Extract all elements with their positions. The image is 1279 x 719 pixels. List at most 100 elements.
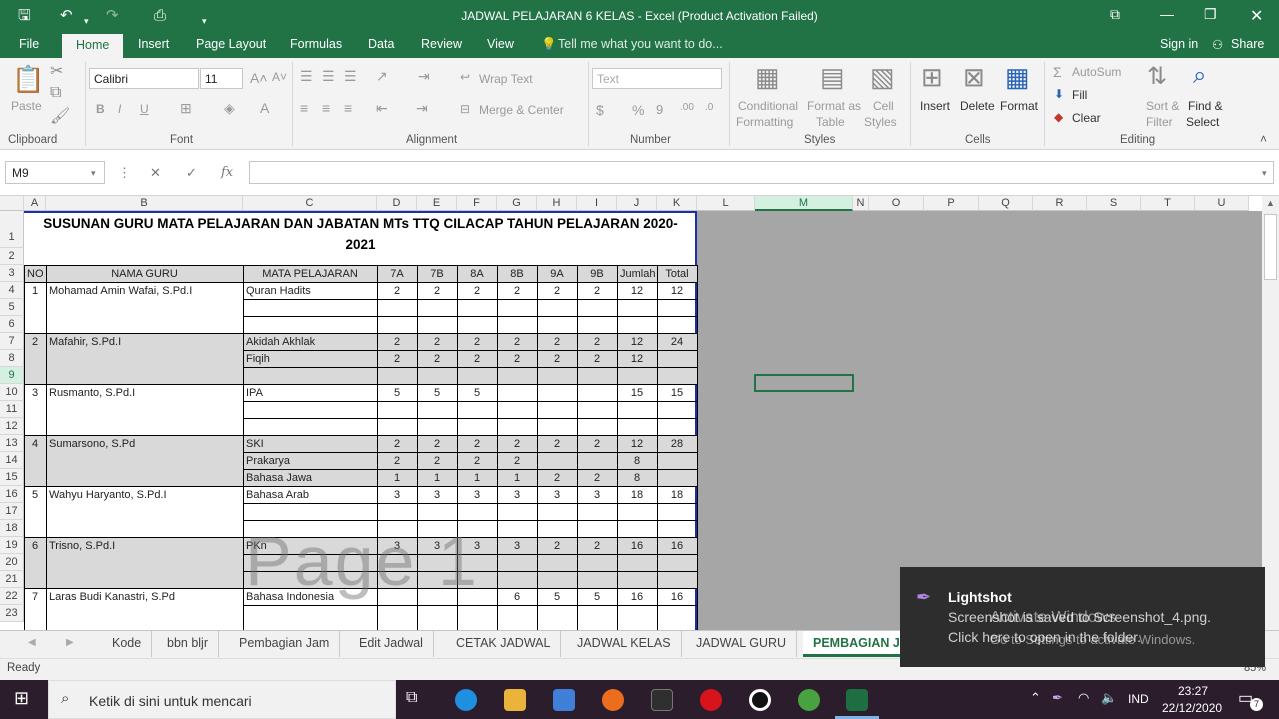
comma-style-icon[interactable]: 9 [656,102,663,117]
align-left-icon[interactable]: ≡ [300,100,308,116]
cut-icon[interactable]: ✂ [50,61,63,81]
no-cell[interactable]: 6 [24,538,46,554]
share-button[interactable]: Share [1231,37,1264,51]
decrease-decimal-icon[interactable]: .0 [705,102,713,113]
tab-page-layout[interactable]: Page Layout [196,37,266,51]
hours-cell[interactable]: 2 [577,470,617,486]
hours-cell[interactable]: 2 [577,334,617,350]
hours-cell[interactable]: 1 [417,470,457,486]
paste-icon[interactable]: 📋 [12,64,44,95]
hours-cell[interactable]: 2 [457,283,497,299]
column-header[interactable]: J [617,196,657,211]
align-right-icon[interactable]: ≡ [344,100,352,116]
table-header-cell[interactable]: Total [657,266,697,282]
hours-cell[interactable]: 5 [577,589,617,605]
hours-cell[interactable]: 2 [537,436,577,452]
no-cell[interactable]: 3 [24,385,46,401]
paste-button[interactable]: Paste [11,99,42,113]
row-header[interactable]: 18 [0,520,24,537]
format-as-table-icon[interactable]: ▤ [820,62,845,93]
tab-insert[interactable]: Insert [138,37,169,51]
firefox-icon[interactable] [602,689,624,711]
subject-cell[interactable]: Bahasa Arab [243,487,377,503]
insert-button[interactable]: Insert [920,99,950,113]
taskbar-search[interactable]: ⌕ Ketik di sini untuk mencari [48,680,396,719]
italic-icon[interactable]: I [118,102,121,116]
column-header[interactable]: F [457,196,497,211]
format-cells-icon[interactable]: ▦ [1005,62,1030,93]
increase-indent-icon[interactable]: ⇥ [416,100,428,117]
task-view-icon[interactable]: ⧉ [406,689,417,707]
tab-home[interactable]: Home [62,34,124,58]
clock-time[interactable]: 23:27 [1178,684,1208,698]
hours-cell[interactable]: 2 [457,334,497,350]
autosum-button[interactable]: AutoSum [1072,65,1121,79]
vertical-scrollbar[interactable]: ▲ [1262,196,1279,630]
sheet-tab[interactable]: Pembagian Jam [229,631,341,657]
hours-cell[interactable]: 2 [577,538,617,554]
hours-cell[interactable]: 2 [497,436,537,452]
hours-cell[interactable]: 2 [417,283,457,299]
column-header[interactable]: P [924,196,979,211]
tell-me-box[interactable]: Tell me what you want to do... [558,37,723,51]
prev-sheet-icon[interactable]: ◀ [28,637,36,648]
formula-input[interactable] [249,161,1274,184]
hours-cell[interactable]: 1 [377,470,417,486]
grow-font-icon[interactable]: A˄ [250,70,268,86]
cell-styles-icon[interactable]: ▧ [870,62,895,93]
sign-in-link[interactable]: Sign in [1160,37,1198,51]
tray-expand-icon[interactable]: ⌃ [1030,690,1041,706]
format-painter-icon[interactable]: 🖌 [50,106,70,126]
table-header-cell[interactable]: 7B [417,266,457,282]
ribbon-display-icon[interactable]: ⧉ [1110,6,1120,23]
row-header[interactable]: 21 [0,571,24,588]
sheet-tab[interactable]: PEMBAGIAN J [803,631,911,657]
row-header[interactable]: 10 [0,384,24,401]
column-header[interactable]: T [1141,196,1195,211]
subject-cell[interactable]: SKI [243,436,377,452]
subject-cell[interactable]: Prakarya [243,453,377,469]
row-header[interactable]: 5 [0,299,24,316]
no-cell[interactable]: 5 [24,487,46,503]
teacher-name-cell[interactable]: Mohamad Amin Wafai, S.Pd.I [46,283,243,299]
windows-start-icon[interactable]: ⊞ [14,688,29,709]
align-bottom-icon[interactable]: ☰ [344,68,357,85]
merge-icon[interactable]: ⊟ [460,102,470,116]
jumlah-cell[interactable]: 8 [617,470,657,486]
subject-cell[interactable]: Akidah Akhlak [243,334,377,350]
minimize-icon[interactable]: — [1160,6,1174,22]
column-header[interactable]: N [853,196,869,211]
subject-cell[interactable]: Bahasa Jawa [243,470,377,486]
scroll-thumb[interactable] [1264,214,1277,280]
table-header-cell[interactable]: NAMA GURU [46,266,243,282]
row-header[interactable]: 20 [0,554,24,571]
row-header[interactable]: 7 [0,333,24,350]
clock-date[interactable]: 22/12/2020 [1162,701,1222,715]
row-header[interactable]: 6 [0,316,24,333]
opera-icon[interactable] [700,689,722,711]
hours-cell[interactable]: 6 [497,589,537,605]
column-header[interactable]: U [1195,196,1249,211]
hours-cell[interactable]: 5 [377,385,417,401]
hours-cell[interactable]: 2 [377,334,417,350]
row-header[interactable]: 23 [0,605,24,622]
jumlah-cell[interactable]: 12 [617,436,657,452]
enter-icon[interactable]: ✓ [186,165,197,181]
sort-filter-icon[interactable]: ⇅ [1147,62,1167,91]
hours-cell[interactable]: 5 [457,385,497,401]
scroll-up-icon[interactable]: ▲ [1266,198,1275,208]
hours-cell[interactable]: 2 [497,453,537,469]
hours-cell[interactable]: 2 [537,538,577,554]
recorder-icon[interactable] [749,689,771,711]
hours-cell[interactable]: 3 [497,538,537,554]
name-box[interactable]: M9 [5,161,105,184]
number-format-box[interactable]: Text [592,68,722,89]
hours-cell[interactable]: 2 [377,453,417,469]
jumlah-cell[interactable]: 12 [617,351,657,367]
tab-data[interactable]: Data [368,37,394,51]
edge-icon[interactable] [455,689,477,711]
hours-cell[interactable]: 3 [417,487,457,503]
table-header-cell[interactable]: 8B [497,266,537,282]
jumlah-cell[interactable]: 12 [617,283,657,299]
find-select-icon[interactable]: ⌕ [1193,62,1206,90]
